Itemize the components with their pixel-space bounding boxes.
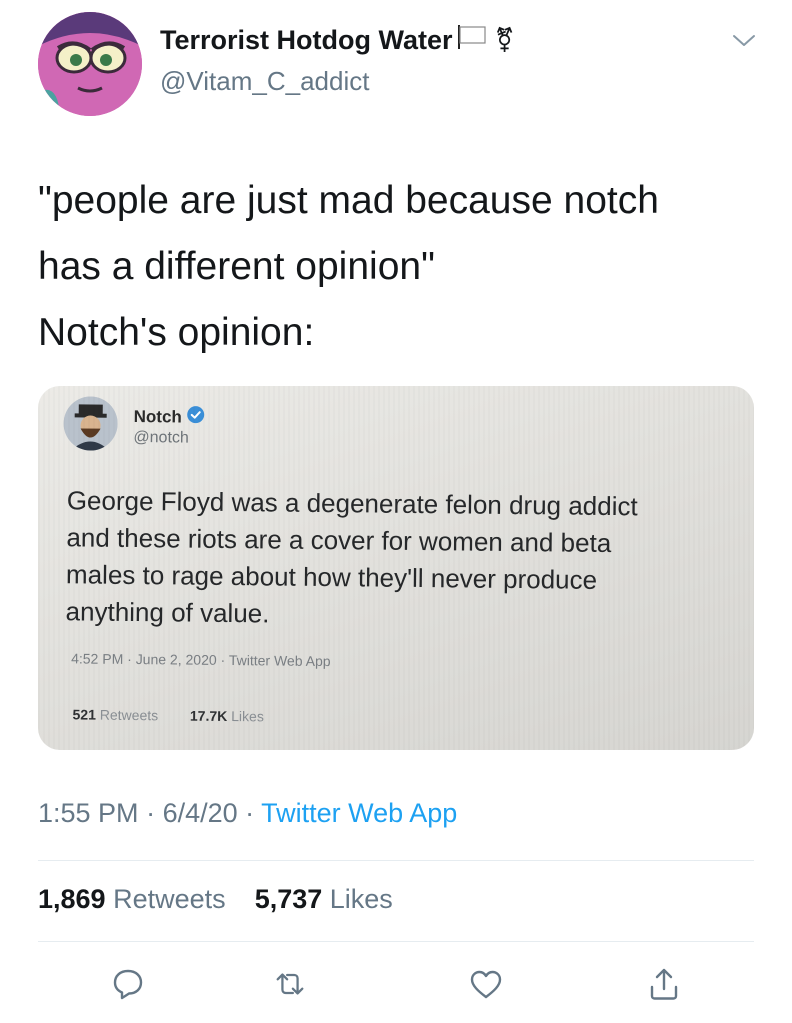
likes-stat[interactable]: 5,737 Likes [255,884,393,914]
notch-tweet-text: George Floyd was a degenerate felon drug… [65,482,737,637]
tweet-text: "people are just mad because notch has a… [38,168,758,366]
retweet-icon[interactable] [272,966,308,1002]
likes-label: Likes [329,884,393,914]
verified-badge-icon [187,406,205,429]
tweet-meta: 1:55 PM · 6/4/20 · Twitter Web App [38,798,457,829]
notch-time: 4:52 PM [71,650,124,667]
meta-separator: · [216,651,229,669]
meta-separator: · [237,798,262,828]
chevron-down-icon[interactable] [730,30,758,50]
notch-source: Twitter Web App [228,652,331,670]
author-avatar[interactable] [38,12,142,116]
reply-icon[interactable] [110,966,146,1002]
meta-separator: · [138,798,163,828]
notch-likes-label: Likes [231,708,264,725]
notch-retweet-count: 521 [72,706,97,723]
notch-tweet-line: and these riots are a cover for women an… [66,522,612,559]
tweet-photo[interactable]: Notch @notch George Floyd was a degenera… [38,386,754,750]
tweet-source-link[interactable]: Twitter Web App [261,798,457,828]
notch-tweet-line: George Floyd was a degenerate felon drug… [66,485,638,522]
retweets-stat[interactable]: 1,869 Retweets [38,884,226,914]
retweets-label: Retweets [113,884,226,914]
tweet-line: Notch's opinion: [38,311,315,354]
notch-avatar [63,396,118,451]
notch-date: June 2, 2020 [135,651,217,668]
share-icon[interactable] [646,966,682,1002]
display-name-text: Terrorist Hotdog Water [160,25,453,55]
like-icon[interactable] [468,966,504,1002]
embedded-tweet: Notch @notch George Floyd was a degenera… [38,386,754,750]
notch-retweets-label: Retweets [99,706,159,724]
notch-name-text: Notch [133,406,182,427]
tweet-line: has a different opinion" [38,245,435,288]
transgender-symbol-icon: ⚧ [494,27,515,54]
tweet-line: "people are just mad because notch [38,179,659,222]
meta-separator: · [123,650,136,668]
author-handle[interactable]: @Vitam_C_addict [160,66,369,97]
notch-display-name: Notch [134,405,205,429]
notch-tweet-line: males to rage about how they'll never pr… [65,559,598,595]
notch-like-count: 17.7K [189,707,228,724]
tweet-date[interactable]: 6/4/20 [163,798,238,828]
notch-handle: @notch [133,429,189,447]
tweet-time[interactable]: 1:55 PM [38,798,139,828]
divider [38,941,754,942]
notch-tweet-counts: 521 Retweets 17.7K Likes [72,706,263,724]
author-display-name[interactable]: Terrorist Hotdog Water ⚧ [160,24,515,57]
retweet-count: 1,869 [38,884,106,914]
white-flag-icon [457,24,487,57]
like-count: 5,737 [254,884,323,914]
divider [38,860,754,861]
notch-tweet-meta: 4:52 PM · June 2, 2020 · Twitter Web App [71,650,331,669]
notch-tweet-line: anything of value. [65,596,270,629]
tweet-counts: 1,869 Retweets 5,737 Likes [38,884,393,915]
